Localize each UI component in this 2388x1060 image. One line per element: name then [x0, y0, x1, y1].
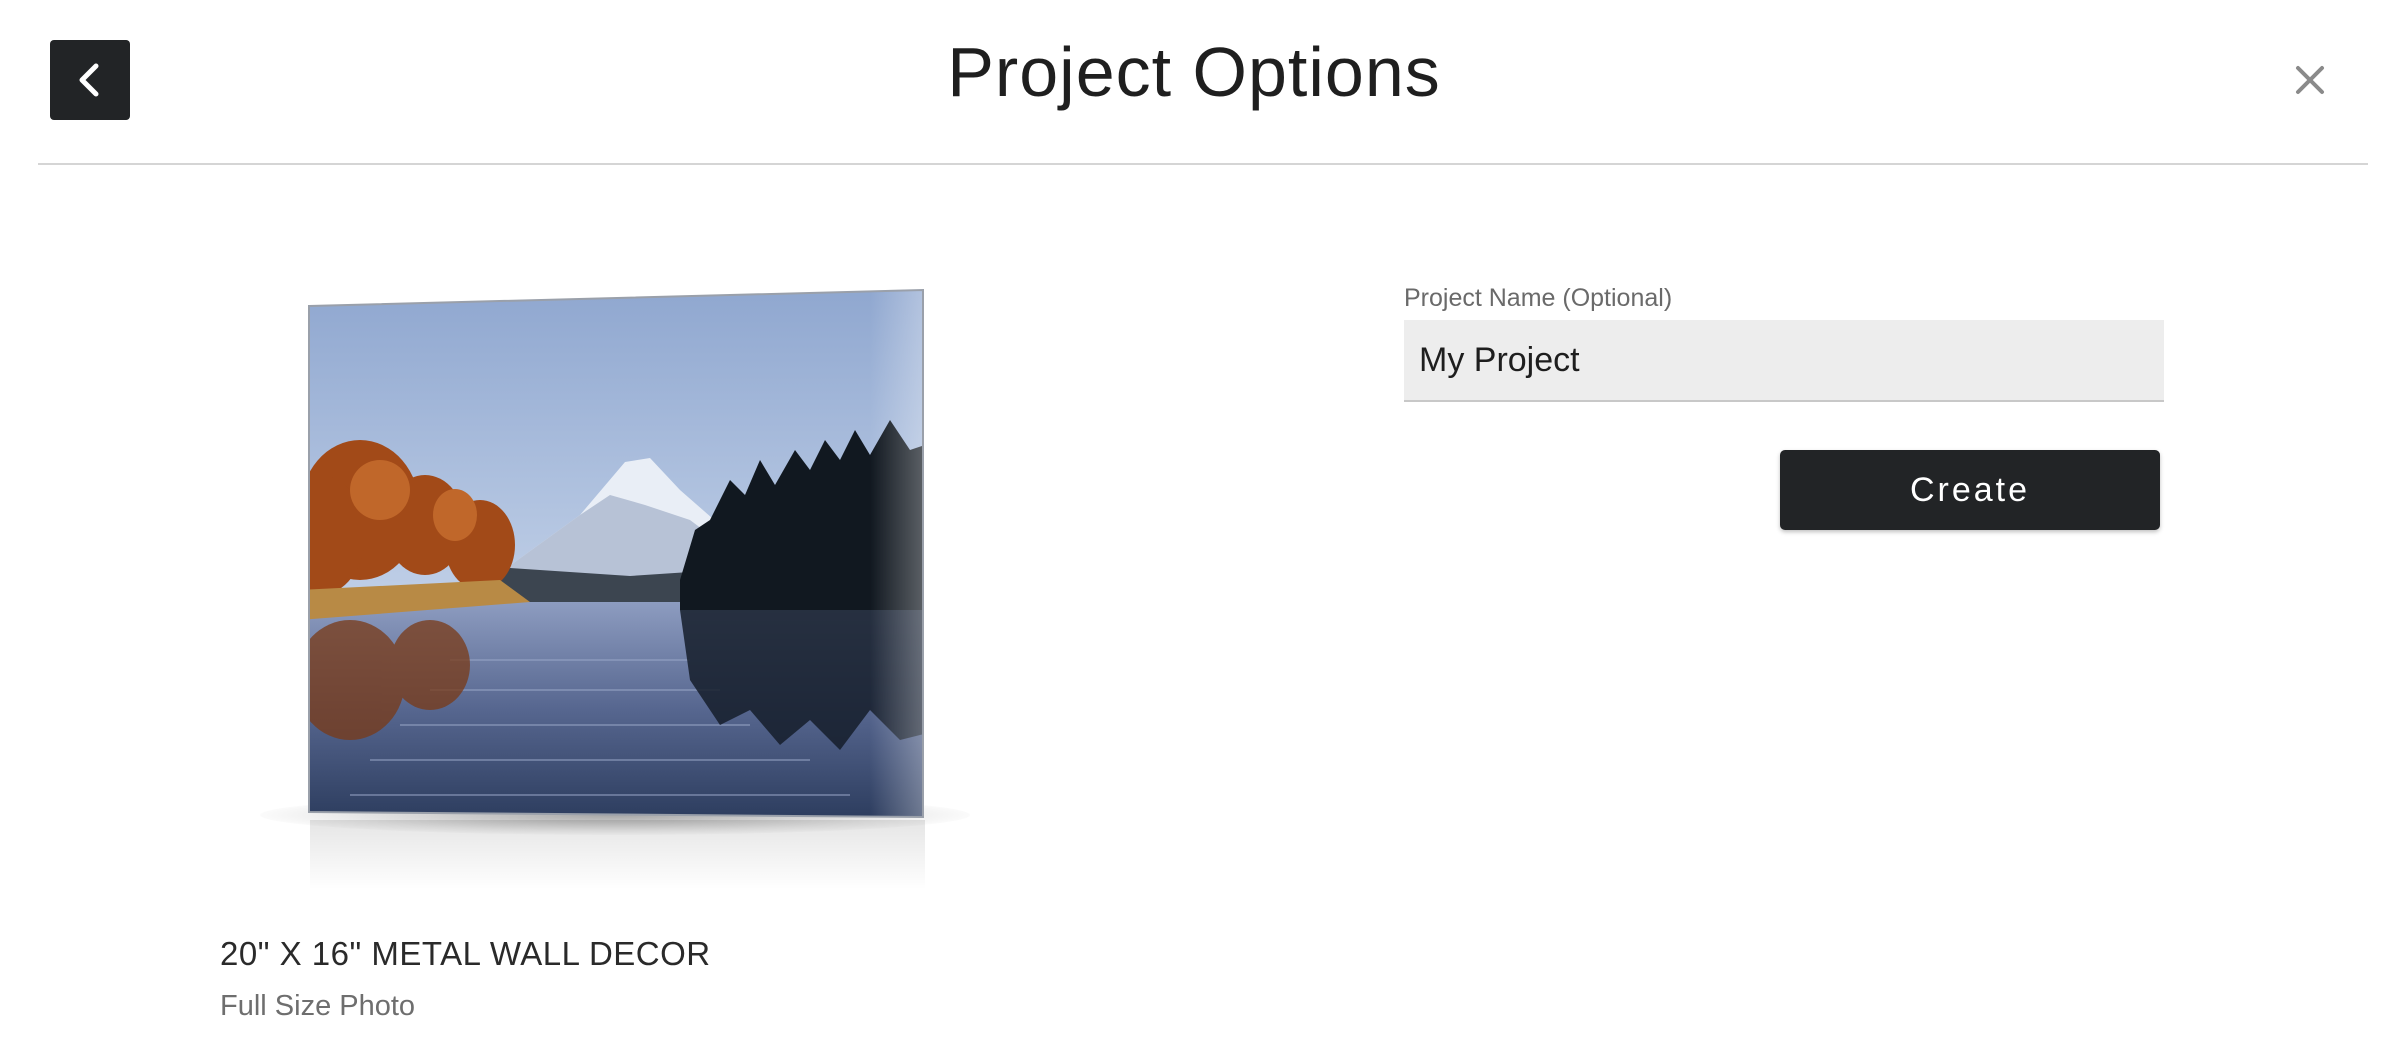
- header: Project Options: [0, 0, 2388, 162]
- header-divider: [38, 163, 2368, 165]
- product-preview: [250, 280, 980, 900]
- project-name-label: Project Name (Optional): [1404, 284, 1673, 312]
- close-button[interactable]: [2284, 54, 2336, 106]
- product-title: 20" X 16" METAL WALL DECOR: [220, 935, 711, 972]
- page-title: Project Options: [947, 33, 1441, 111]
- project-name-input[interactable]: [1404, 320, 2164, 402]
- close-icon: [2296, 66, 2324, 94]
- create-button[interactable]: Create: [1780, 450, 2160, 530]
- product-image: [308, 288, 924, 819]
- product-subtitle: Full Size Photo: [220, 990, 416, 1022]
